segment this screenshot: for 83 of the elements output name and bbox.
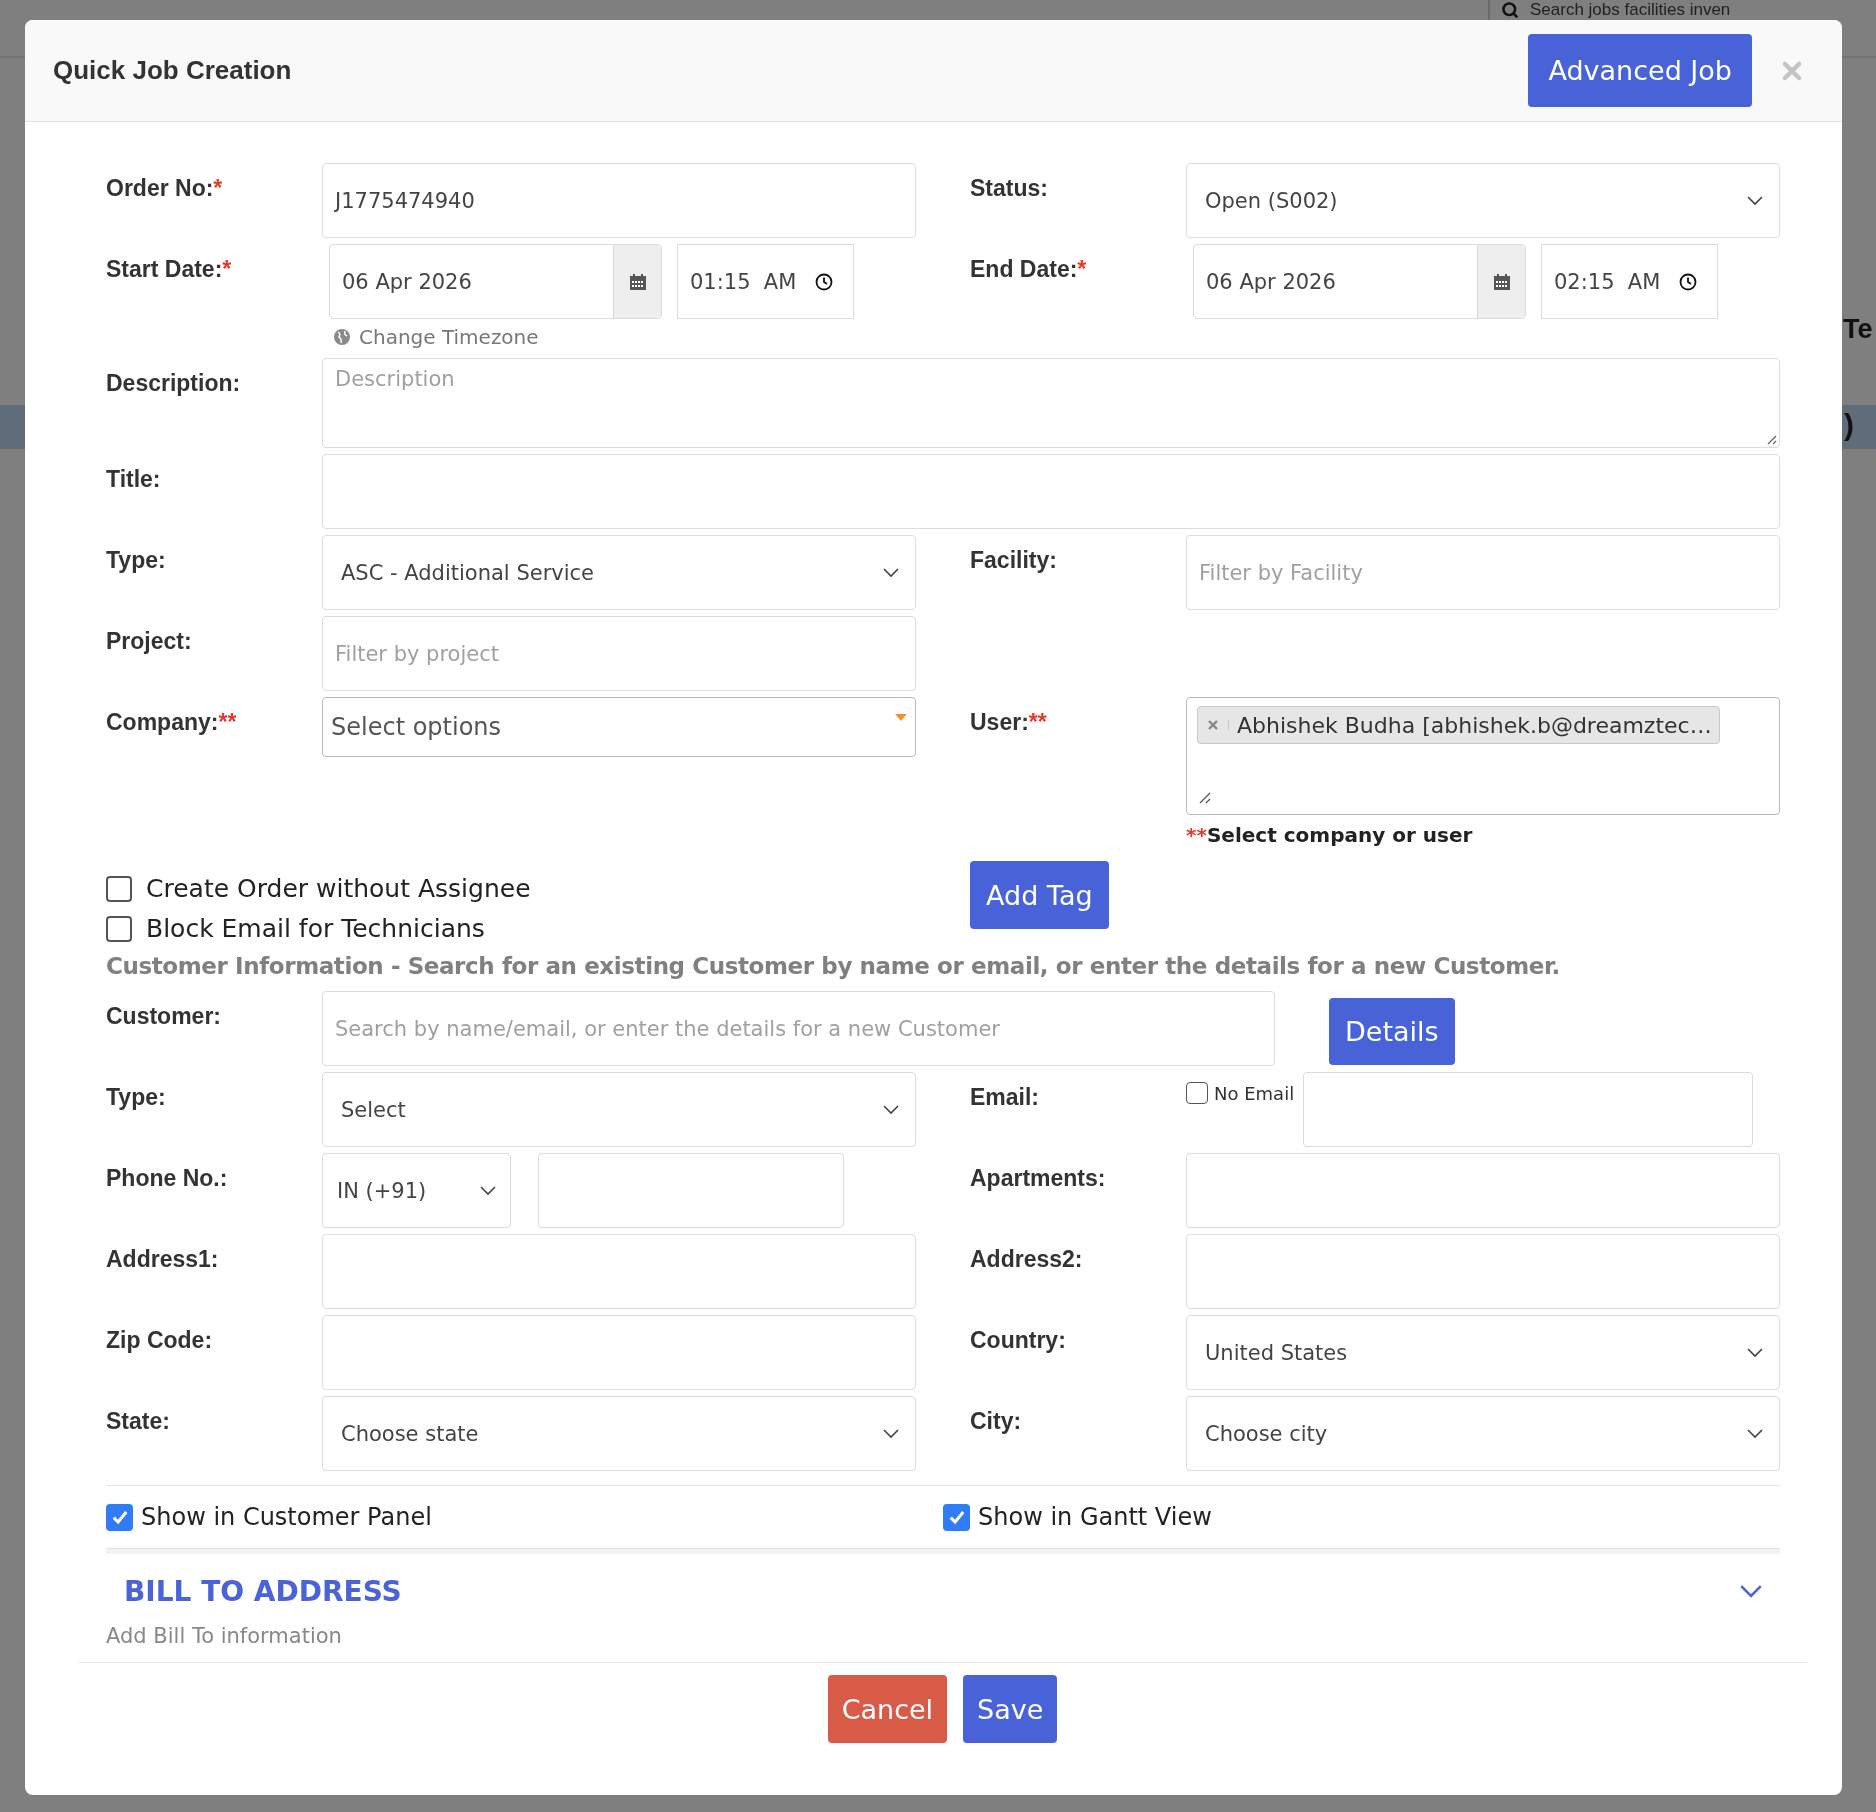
chevron-down-icon: [883, 567, 899, 578]
input-field[interactable]: [322, 1234, 916, 1309]
date-field[interactable]: 06 Apr 2026: [329, 244, 662, 319]
section-heading: Customer Information - Search for an existing Customer by name or email, or enter the details for a new Customer.: [106, 953, 1561, 979]
dialog-title: Quick Job Creation: [53, 55, 293, 86]
select-field[interactable]: Open (S002): [1186, 163, 1780, 238]
search-placeholder: Search jobs facilities inven: [1530, 0, 1731, 20]
select-field[interactable]: Choose city: [1186, 1396, 1780, 1471]
field-label: Email:: [970, 1083, 1041, 1112]
time-field[interactable]: 01:15 AM: [677, 244, 854, 319]
select-field[interactable]: Choose state: [322, 1396, 916, 1471]
field-label: Description:: [106, 369, 242, 398]
field-label: City:: [970, 1407, 1023, 1436]
checkbox[interactable]: No Email: [1186, 1082, 1295, 1104]
resize-grip-icon[interactable]: [1199, 792, 1211, 804]
select-field[interactable]: United States: [1186, 1315, 1780, 1390]
multiselect-field[interactable]: Select options: [322, 697, 916, 757]
details-button[interactable]: Details: [1329, 998, 1455, 1065]
input-field[interactable]: [1186, 1153, 1780, 1228]
chevron-down-icon: [1740, 1584, 1762, 1598]
cancel-button[interactable]: Cancel: [827, 1675, 948, 1743]
field-label: Zip Code:: [106, 1326, 214, 1355]
globe-icon: [333, 328, 351, 346]
calendar-icon: [1492, 272, 1511, 291]
field-label: Status:: [970, 174, 1049, 203]
field-label: User:**: [970, 708, 1048, 737]
add-tag-button[interactable]: Add Tag: [970, 861, 1109, 929]
bill-to-toggle[interactable]: BILL TO ADDRESS: [124, 1554, 1762, 1606]
chevron-down-icon: [1747, 1347, 1763, 1358]
field-label: Company:**: [106, 708, 238, 737]
chevron-down-icon: [1747, 195, 1763, 206]
background-text: Te: [1843, 314, 1873, 345]
calendar-icon: [628, 272, 647, 291]
field-label: Title:: [106, 465, 162, 494]
search-icon: [1502, 2, 1518, 18]
field-label: Order No:*: [106, 174, 224, 203]
close-icon[interactable]: [1782, 60, 1802, 81]
field-label: Country:: [970, 1326, 1067, 1355]
field-label: Start Date:*: [106, 255, 233, 284]
user-field[interactable]: Abhishek Budha [abhishek.b@dreamztec…: [1186, 697, 1780, 815]
checkbox[interactable]: Create Order without Assignee: [106, 874, 531, 903]
field-label: Type:: [106, 546, 167, 575]
field-label: Customer:: [106, 1002, 222, 1031]
calendar-button[interactable]: [1477, 245, 1525, 318]
select-field[interactable]: Select: [322, 1072, 916, 1147]
country-code-select[interactable]: IN (+91): [322, 1153, 511, 1228]
chevron-down-icon: [883, 1428, 899, 1439]
phone-field[interactable]: [538, 1153, 844, 1228]
field-label: Project:: [106, 627, 193, 656]
select-field[interactable]: ASC - Additional Service: [322, 535, 916, 610]
field-label: End Date:*: [970, 255, 1088, 284]
calendar-button[interactable]: [613, 245, 661, 318]
checkbox[interactable]: Block Email for Technicians: [106, 914, 485, 943]
caret-icon: [895, 714, 907, 721]
checkbox[interactable]: Show in Gantt View: [943, 1503, 1780, 1531]
save-button[interactable]: Save: [963, 1675, 1058, 1743]
input-field[interactable]: J1775474940: [322, 163, 916, 238]
field-label: Address1:: [106, 1245, 220, 1274]
clock-icon: [1679, 272, 1697, 291]
field-label: Facility:: [970, 546, 1058, 575]
time-field[interactable]: 02:15 AM: [1541, 244, 1718, 319]
chevron-down-icon: [883, 1104, 899, 1115]
change-timezone-link[interactable]: Change Timezone: [333, 325, 539, 349]
email-field[interactable]: [1303, 1072, 1754, 1147]
advanced-job-button[interactable]: Advanced Job: [1528, 34, 1752, 107]
field-label: Type:: [106, 1083, 167, 1112]
background-text: ): [1844, 408, 1854, 442]
input-field[interactable]: [1186, 1234, 1780, 1309]
section-subtitle: Add Bill To information: [106, 1624, 342, 1648]
input-field[interactable]: [322, 454, 1780, 529]
user-chip[interactable]: Abhishek Budha [abhishek.b@dreamztec…: [1197, 706, 1720, 744]
chevron-down-icon: [1747, 1428, 1763, 1439]
field-label: Apartments:: [970, 1164, 1107, 1193]
clock-icon: [815, 272, 833, 291]
validation-hint: **Select company or user: [1186, 823, 1474, 847]
input-field[interactable]: [322, 1315, 916, 1390]
field-label: Address2:: [970, 1245, 1084, 1274]
field-label: Phone No.:: [106, 1164, 229, 1193]
resize-grip-icon[interactable]: [1765, 433, 1777, 445]
field-label: State:: [106, 1407, 171, 1436]
chevron-down-icon: [480, 1185, 496, 1196]
date-field[interactable]: 06 Apr 2026: [1193, 244, 1526, 319]
checkbox[interactable]: Show in Customer Panel: [106, 1503, 943, 1531]
